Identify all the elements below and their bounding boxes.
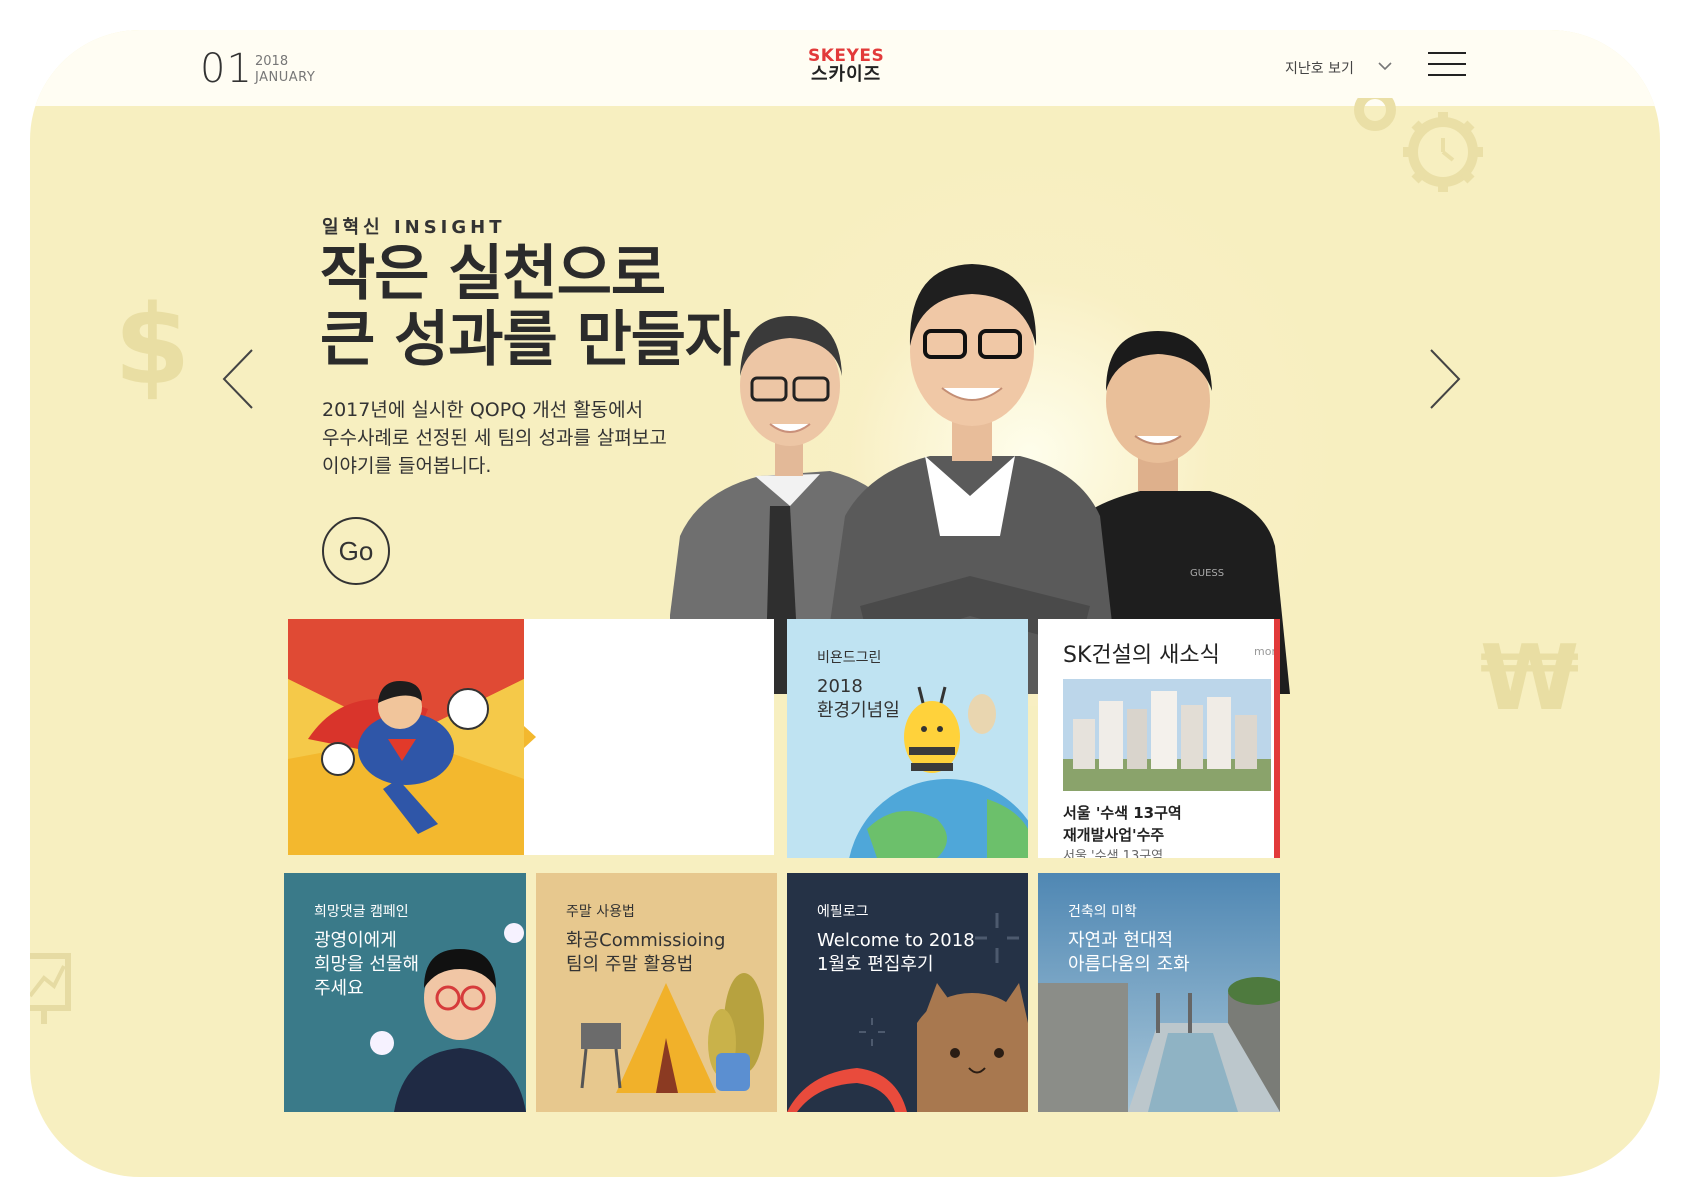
tile-architecture-title: 자연과 현대적 아름다움의 조화 (1068, 930, 1190, 975)
hero-description-line: 우수사례로 선정된 세 팀의 성과를 살펴보고 (322, 427, 667, 449)
menu-icon[interactable] (1428, 52, 1466, 80)
superman-illustration (288, 619, 524, 855)
tile-eco-title: 2018 환경기념일 (817, 676, 900, 721)
page-frame: 01 2018 JANUARY SKEYES 스카이즈 지난호 보기 $ ₩ 일… (30, 30, 1660, 1177)
chevron-down-icon[interactable] (1377, 60, 1393, 72)
hero-description-line: 2017년에 실시한 QOPQ 개선 활동에서 (322, 399, 644, 421)
chevron-right-icon[interactable] (1425, 346, 1465, 412)
tile-news[interactable]: SK건설의 새소식 more 서울 '수색 13구역 재개발사업'수주 서울 '… (1038, 619, 1280, 858)
tile-weekend-label: 주말 사용법 (566, 904, 635, 920)
tile-architecture-label: 건축의 미학 (1068, 904, 1137, 920)
tile-epilogue-label: 에필로그 (817, 904, 869, 920)
gear-icon (1354, 98, 1483, 192)
tile-hope-title: 광영이에게 희망을 선물해 주세요 (314, 930, 420, 999)
tile-weekend[interactable]: 주말 사용법 화공Commissioing 팀의 주말 활용법 (536, 873, 777, 1112)
hero-description: 2017년에 실시한 QOPQ 개선 활동에서 우수사례로 선정된 세 팀의 성… (322, 396, 667, 480)
news-thumbnail (1063, 679, 1271, 791)
chart-icon (30, 953, 71, 1024)
go-button[interactable]: Go (322, 517, 390, 585)
logo-ko: 스카이즈 (810, 64, 882, 85)
tile-eco[interactable]: 비욘드그린 2018 환경기념일 (787, 619, 1028, 858)
dollar-icon: $ (114, 281, 191, 409)
hero-eyebrow: 일혁신 INSIGHT (322, 217, 506, 238)
tile-epilogue-title: Welcome to 2018 1월호 편집후기 (817, 930, 975, 975)
news-subtext: 서울 '수색 13구역… (1063, 849, 1177, 858)
news-title: SK건설의 새소식 (1063, 643, 1220, 668)
won-icon: ₩ (1480, 626, 1580, 731)
issue-year: 2018 (255, 54, 289, 69)
news-more-link[interactable]: more (1254, 645, 1274, 658)
tile-architecture[interactable]: 건축의 미학 자연과 현대적 아름다움의 조화 (1038, 873, 1280, 1112)
tile-superman[interactable] (288, 619, 774, 855)
logo-en: SKEYES (808, 46, 885, 66)
news-headline: 서울 '수색 13구역 재개발사업'수주 (1063, 804, 1182, 844)
logo[interactable]: SKEYES 스카이즈 (808, 47, 884, 85)
tile-eco-label: 비욘드그린 (817, 650, 882, 666)
issue-number: 01 (200, 46, 253, 92)
chevron-left-icon[interactable] (218, 346, 258, 412)
header: 01 2018 JANUARY SKEYES 스카이즈 지난호 보기 (30, 30, 1660, 106)
hero-description-line: 이야기를 들어봅니다. (322, 455, 492, 477)
tile-epilogue[interactable]: 에필로그 Welcome to 2018 1월호 편집후기 (787, 873, 1028, 1112)
tile-weekend-title: 화공Commissioing 팀의 주말 활용법 (566, 930, 726, 975)
tile-hope-label: 희망댓글 캠페인 (314, 904, 409, 920)
hero-banner: $ ₩ 일혁신 INSIGHT 작은 실천으로 큰 성과를 만들자 2017년에… (30, 98, 1660, 1177)
issue-month: JANUARY (255, 70, 316, 85)
past-issue-dropdown[interactable]: 지난호 보기 (1285, 58, 1354, 78)
triangle-pointer-icon (524, 726, 536, 748)
tile-hope[interactable]: 희망댓글 캠페인 광영이에게 희망을 선물해 주세요 (284, 873, 526, 1112)
svg-text:GUESS: GUESS (1190, 568, 1224, 579)
